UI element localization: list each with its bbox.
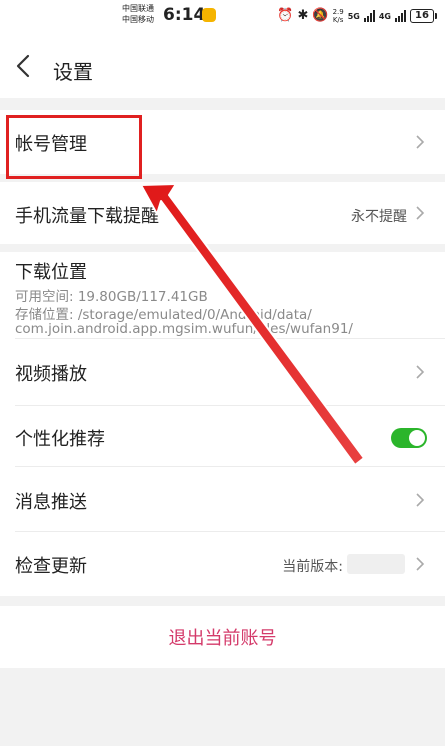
toggle-knob <box>409 430 425 446</box>
settings-row-push[interactable]: 消息推送 <box>0 467 445 531</box>
chevron-right-icon <box>416 365 425 379</box>
download-space-text: 可用空间: 19.80GB/117.41GB <box>15 289 208 305</box>
chevron-right-icon <box>416 557 425 571</box>
page-title: 设置 <box>53 60 93 84</box>
header-bar: 设置 <box>0 34 445 98</box>
settings-group-general: 下载位置 可用空间: 19.80GB/117.41GB 存储位置: /stora… <box>0 252 445 596</box>
battery-icon: 16 <box>410 9 437 23</box>
signal-bars-1-icon <box>363 10 375 22</box>
status-time: 6:14 <box>163 5 206 25</box>
version-number-blurred <box>347 554 405 574</box>
personalized-toggle[interactable] <box>391 428 427 448</box>
net-speed: 2.9 K/s <box>333 8 344 24</box>
status-bar: 中国联通 中国移动 6:14 ⏰ ✱ 🔕 2.9 K/s 5G 4G 16 <box>0 0 445 34</box>
net-speed-value: 2.9 <box>332 8 344 16</box>
carrier-2: 中国移动 <box>122 15 154 24</box>
back-arrow-icon[interactable] <box>12 52 36 80</box>
alarm-icon: ⏰ <box>277 8 294 23</box>
status-icons: ⏰ ✱ 🔕 2.9 K/s 5G 4G 16 <box>277 6 437 26</box>
app-notification-icon <box>202 8 216 22</box>
video-label: 视频播放 <box>15 364 87 385</box>
settings-row-video[interactable]: 视频播放 <box>0 339 445 405</box>
download-path-line-1: 存储位置: /storage/emulated/0/Android/data/ <box>15 307 312 323</box>
settings-row-data-reminder[interactable]: 手机流量下载提醒 永不提醒 <box>0 182 445 244</box>
personalized-label: 个性化推荐 <box>15 429 105 450</box>
download-location-label: 下载位置 <box>15 262 87 283</box>
battery-level: 16 <box>410 9 434 23</box>
chevron-right-icon <box>416 493 425 507</box>
net-speed-unit: K/s <box>332 16 344 24</box>
carrier-info: 中国联通 中国移动 <box>122 3 154 25</box>
data-reminder-label: 手机流量下载提醒 <box>15 206 159 227</box>
mute-bell-icon: 🔕 <box>312 8 329 23</box>
settings-row-update[interactable]: 检查更新 当前版本: <box>0 532 445 596</box>
annotation-highlight-box <box>6 115 142 179</box>
chevron-right-icon <box>416 135 425 149</box>
network-1-label: 5G <box>347 11 360 21</box>
network-2-label: 4G <box>378 11 391 21</box>
logout-row[interactable]: 退出当前账号 <box>0 606 445 668</box>
chevron-right-icon <box>416 206 425 220</box>
push-label: 消息推送 <box>15 492 87 513</box>
carrier-1: 中国联通 <box>122 4 154 13</box>
download-path-line-2: com.join.android.app.mgsim.wufun/files/w… <box>15 321 353 337</box>
signal-bars-2-icon <box>395 10 406 22</box>
update-label: 检查更新 <box>15 556 87 577</box>
update-version-label: 当前版本: <box>282 559 343 575</box>
settings-row-personalized: 个性化推荐 <box>0 406 445 472</box>
data-reminder-value: 永不提醒 <box>351 209 407 225</box>
logout-button[interactable]: 退出当前账号 <box>169 624 277 650</box>
bluetooth-icon: ✱ <box>297 8 309 23</box>
